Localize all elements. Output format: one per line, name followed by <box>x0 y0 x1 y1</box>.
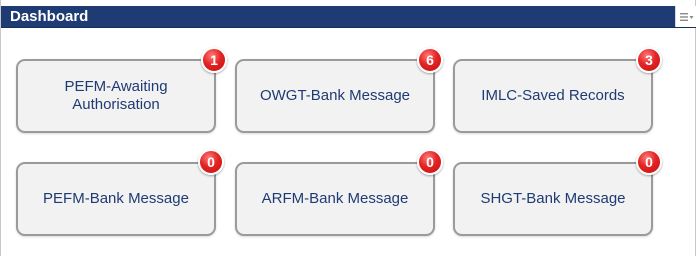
dashboard-panel: Dashboard PEFM-Awaiting Authorisation 1 … <box>0 0 696 256</box>
tile-label: ARFM-Bank Message <box>261 190 409 207</box>
menu-dropdown-icon <box>679 12 693 21</box>
count-badge: 0 <box>636 149 662 175</box>
tile-shgt-bank-message[interactable]: SHGT-Bank Message <box>453 162 653 236</box>
count-badge: 3 <box>636 47 662 73</box>
tile-label: PEFM-Bank Message <box>43 190 189 207</box>
count-badge: 6 <box>417 47 443 73</box>
dashboard-title: Dashboard <box>10 8 89 25</box>
tile-pefm-bank-message[interactable]: PEFM-Bank Message <box>16 162 216 236</box>
count-badge: 0 <box>417 149 443 175</box>
count-badge: 1 <box>201 47 227 73</box>
tile-owgt-bank-message[interactable]: OWGT-Bank Message <box>235 59 435 133</box>
panel-menu-button[interactable] <box>675 6 696 27</box>
tile-label: PEFM-Awaiting Authorisation <box>64 78 168 113</box>
tile-imlc-saved-records[interactable]: IMLC-Saved Records <box>453 59 653 133</box>
tile-label: IMLC-Saved Records <box>481 87 625 104</box>
tile-arfm-bank-message[interactable]: ARFM-Bank Message <box>235 162 435 236</box>
tile-pefm-awaiting-authorisation[interactable]: PEFM-Awaiting Authorisation <box>16 59 216 133</box>
tile-label: OWGT-Bank Message <box>259 87 411 104</box>
count-badge: 0 <box>198 149 224 175</box>
tile-label: SHGT-Bank Message <box>480 190 626 207</box>
dashboard-header: Dashboard <box>1 6 696 28</box>
